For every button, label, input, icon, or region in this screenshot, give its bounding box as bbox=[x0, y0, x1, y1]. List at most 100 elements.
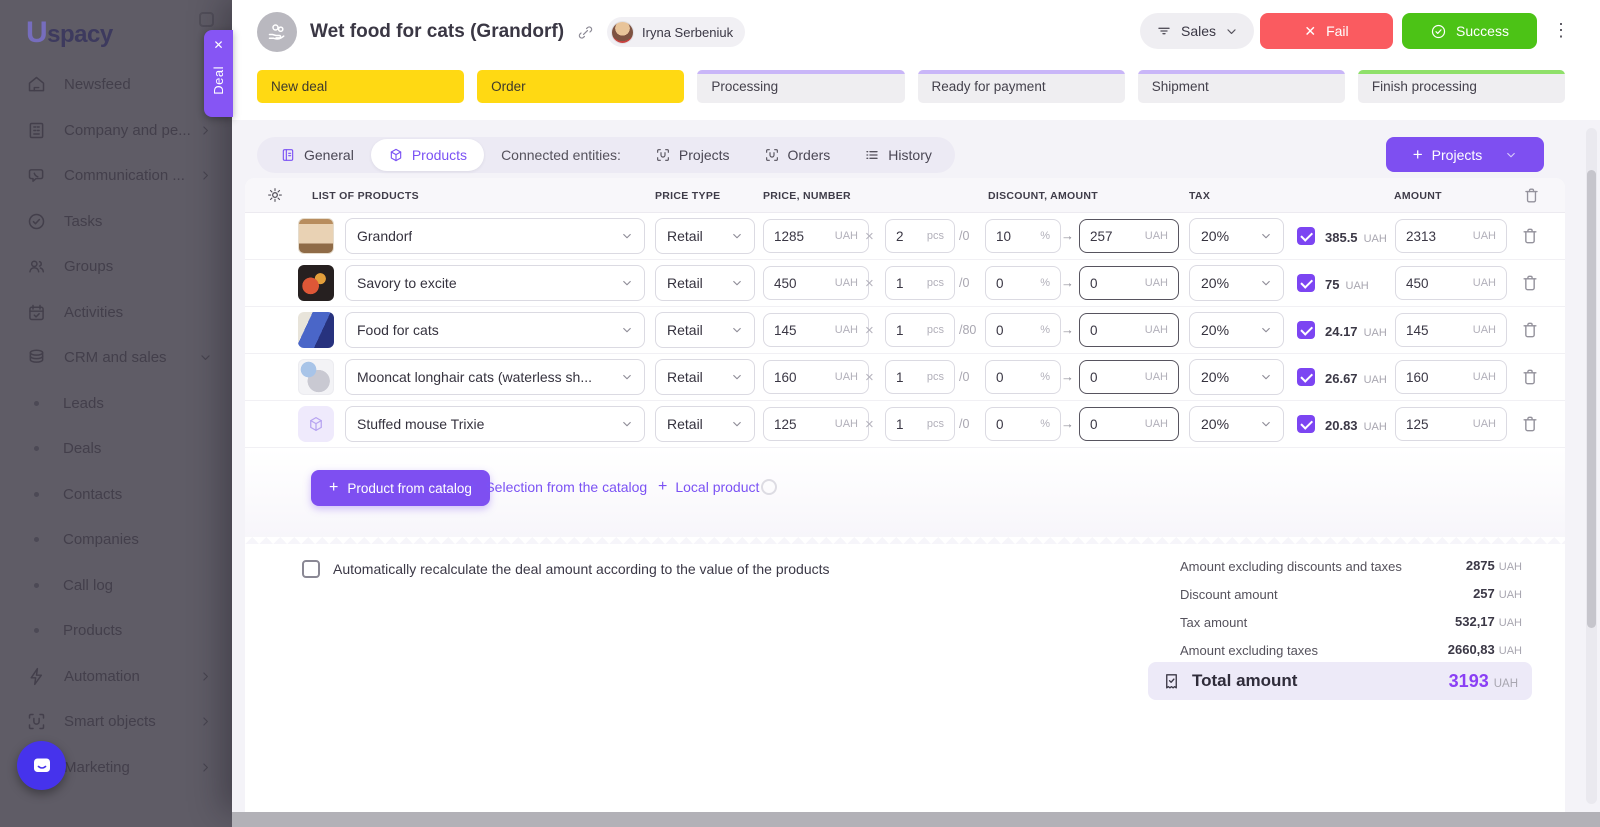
sidebar-item-automation[interactable]: Automation bbox=[0, 654, 232, 700]
tax-included-checkbox[interactable] bbox=[1297, 321, 1315, 339]
stage-shipment[interactable]: Shipment bbox=[1138, 70, 1345, 103]
product-name-select[interactable]: Savory to excite bbox=[345, 265, 645, 301]
tab-projects[interactable]: Projects bbox=[638, 137, 747, 173]
stage-ready-for-payment[interactable]: Ready for payment bbox=[918, 70, 1125, 103]
quantity-input[interactable]: 1pcs bbox=[885, 266, 955, 300]
discount-amount-input[interactable]: 0UAH bbox=[1079, 407, 1179, 441]
sidebar-item-smart-objects[interactable]: Smart objects bbox=[0, 699, 232, 745]
close-icon[interactable]: ✕ bbox=[213, 39, 223, 51]
stage-finish-processing[interactable]: Finish processing bbox=[1358, 70, 1565, 103]
stage-order[interactable]: Order bbox=[477, 70, 684, 103]
price-input[interactable]: 125UAH bbox=[763, 407, 869, 441]
tax-select[interactable]: 20% bbox=[1189, 359, 1284, 395]
sidebar-item-leads[interactable]: Leads bbox=[0, 381, 232, 427]
trash-icon[interactable] bbox=[1520, 226, 1540, 246]
sidebar-item-newsfeed[interactable]: Newsfeed bbox=[0, 62, 232, 108]
plus-icon: + bbox=[658, 478, 667, 496]
tax-select[interactable]: 20% bbox=[1189, 265, 1284, 301]
sidebar-item-companies[interactable]: Companies bbox=[0, 517, 232, 563]
recalculate-checkbox[interactable] bbox=[302, 560, 320, 578]
scrollbar[interactable] bbox=[1586, 128, 1597, 804]
price-type-select[interactable]: Retail bbox=[655, 312, 755, 348]
price-type-select[interactable]: Retail bbox=[655, 265, 755, 301]
success-button[interactable]: Success bbox=[1402, 13, 1537, 49]
discount-amount-input[interactable]: 0UAH bbox=[1079, 313, 1179, 347]
tab-general[interactable]: General bbox=[263, 137, 371, 173]
quantity-input[interactable]: 1pcs bbox=[885, 360, 955, 394]
discount-amount-input[interactable]: 257UAH bbox=[1079, 219, 1179, 253]
quantity-input[interactable]: 1pcs bbox=[885, 313, 955, 347]
product-name-select[interactable]: Grandorf bbox=[345, 218, 645, 254]
sidebar-item-crm-and-sales[interactable]: CRM and sales bbox=[0, 335, 232, 381]
price-type-select[interactable]: Retail bbox=[655, 218, 755, 254]
sidebar-item-groups[interactable]: Groups bbox=[0, 244, 232, 290]
trash-icon[interactable] bbox=[1520, 273, 1540, 293]
amount-input[interactable]: 125UAH bbox=[1395, 407, 1507, 441]
product-from-catalog-button[interactable]: + Product from catalog bbox=[311, 470, 490, 506]
price-input[interactable]: 450UAH bbox=[763, 266, 869, 300]
sidebar-item-call-log[interactable]: Call log bbox=[0, 563, 232, 609]
discount-amount-input[interactable]: 0UAH bbox=[1079, 266, 1179, 300]
selection-from-catalog-link[interactable]: + Selection from the catalog bbox=[468, 478, 647, 496]
discount-amount-input[interactable]: 0UAH bbox=[1079, 360, 1179, 394]
sidebar-item-products[interactable]: Products bbox=[0, 608, 232, 654]
sidebar-item-contacts[interactable]: Contacts bbox=[0, 472, 232, 518]
kebab-menu-icon[interactable]: ⋮ bbox=[1552, 20, 1570, 41]
deal-slideover-tab[interactable]: ✕ Deal bbox=[204, 30, 233, 117]
tab-products[interactable]: Products bbox=[371, 139, 484, 171]
copy-link-icon[interactable] bbox=[577, 24, 594, 41]
total-amount-label: Total amount bbox=[1192, 671, 1438, 691]
price-input[interactable]: 1285UAH bbox=[763, 219, 869, 253]
sidebar-item-company-and-pe[interactable]: Company and pe... bbox=[0, 108, 232, 154]
scrollbar-thumb[interactable] bbox=[1587, 170, 1596, 628]
add-projects-button[interactable]: + Projects bbox=[1386, 137, 1544, 172]
tax-included-checkbox[interactable] bbox=[1297, 415, 1315, 433]
trash-icon[interactable] bbox=[1520, 320, 1540, 340]
funnel-dropdown[interactable]: Sales bbox=[1140, 13, 1254, 49]
product-name-select[interactable]: Food for cats bbox=[345, 312, 645, 348]
sidebar-item-communication[interactable]: Communication ... bbox=[0, 153, 232, 199]
amount-input[interactable]: 145UAH bbox=[1395, 313, 1507, 347]
tab-history[interactable]: History bbox=[847, 137, 949, 173]
gear-icon[interactable] bbox=[266, 186, 284, 204]
tax-select[interactable]: 20% bbox=[1189, 312, 1284, 348]
discount-percent-input[interactable]: 0% bbox=[985, 313, 1061, 347]
amount-input[interactable]: 450UAH bbox=[1395, 266, 1507, 300]
discount-percent-input[interactable]: 0% bbox=[985, 407, 1061, 441]
price-type-select[interactable]: Retail bbox=[655, 406, 755, 442]
stage-processing[interactable]: Processing bbox=[697, 70, 904, 103]
tax-select[interactable]: 20% bbox=[1189, 218, 1284, 254]
discount-percent-input[interactable]: 0% bbox=[985, 360, 1061, 394]
discount-percent-input[interactable]: 10% bbox=[985, 219, 1061, 253]
trash-icon[interactable] bbox=[1520, 367, 1540, 387]
tax-select[interactable]: 20% bbox=[1189, 406, 1284, 442]
product-name-select[interactable]: Stuffed mouse Trixie bbox=[345, 406, 645, 442]
trash-all-icon[interactable] bbox=[1522, 186, 1541, 205]
tab-orders[interactable]: Orders bbox=[747, 137, 848, 173]
tax-included-checkbox[interactable] bbox=[1297, 227, 1315, 245]
sidebar-item-tasks[interactable]: Tasks bbox=[0, 199, 232, 245]
tax-included-checkbox[interactable] bbox=[1297, 368, 1315, 386]
discount-percent-input[interactable]: 0% bbox=[985, 266, 1061, 300]
stage-label: Finish processing bbox=[1372, 79, 1477, 94]
amount-input[interactable]: 160UAH bbox=[1395, 360, 1507, 394]
quantity-input[interactable]: 1pcs bbox=[885, 407, 955, 441]
quantity-input[interactable]: 2pcs bbox=[885, 219, 955, 253]
fail-button[interactable]: ✕ Fail bbox=[1260, 13, 1393, 49]
arrow-right-icon: → bbox=[1061, 322, 1074, 337]
product-name-select[interactable]: Mooncat longhair cats (waterless sh... bbox=[345, 359, 645, 395]
assignee-chip[interactable]: Iryna Serbeniuk bbox=[607, 17, 745, 47]
stage-new-deal[interactable]: New deal bbox=[257, 70, 464, 103]
chat-widget-button[interactable] bbox=[17, 741, 66, 790]
tax-included-checkbox[interactable] bbox=[1297, 274, 1315, 292]
amount-input[interactable]: 2313UAH bbox=[1395, 219, 1507, 253]
local-product-link[interactable]: + Local product bbox=[658, 478, 759, 496]
sidebar-item-deals[interactable]: Deals bbox=[0, 426, 232, 472]
price-input[interactable]: 160UAH bbox=[763, 360, 869, 394]
price-type-select[interactable]: Retail bbox=[655, 359, 755, 395]
recalculate-option[interactable]: Automatically recalculate the deal amoun… bbox=[302, 560, 830, 578]
trash-icon[interactable] bbox=[1520, 414, 1540, 434]
price-input[interactable]: 145UAH bbox=[763, 313, 869, 347]
sidebar-item-activities[interactable]: Activities bbox=[0, 290, 232, 336]
collapse-sidebar-icon[interactable] bbox=[199, 12, 214, 27]
